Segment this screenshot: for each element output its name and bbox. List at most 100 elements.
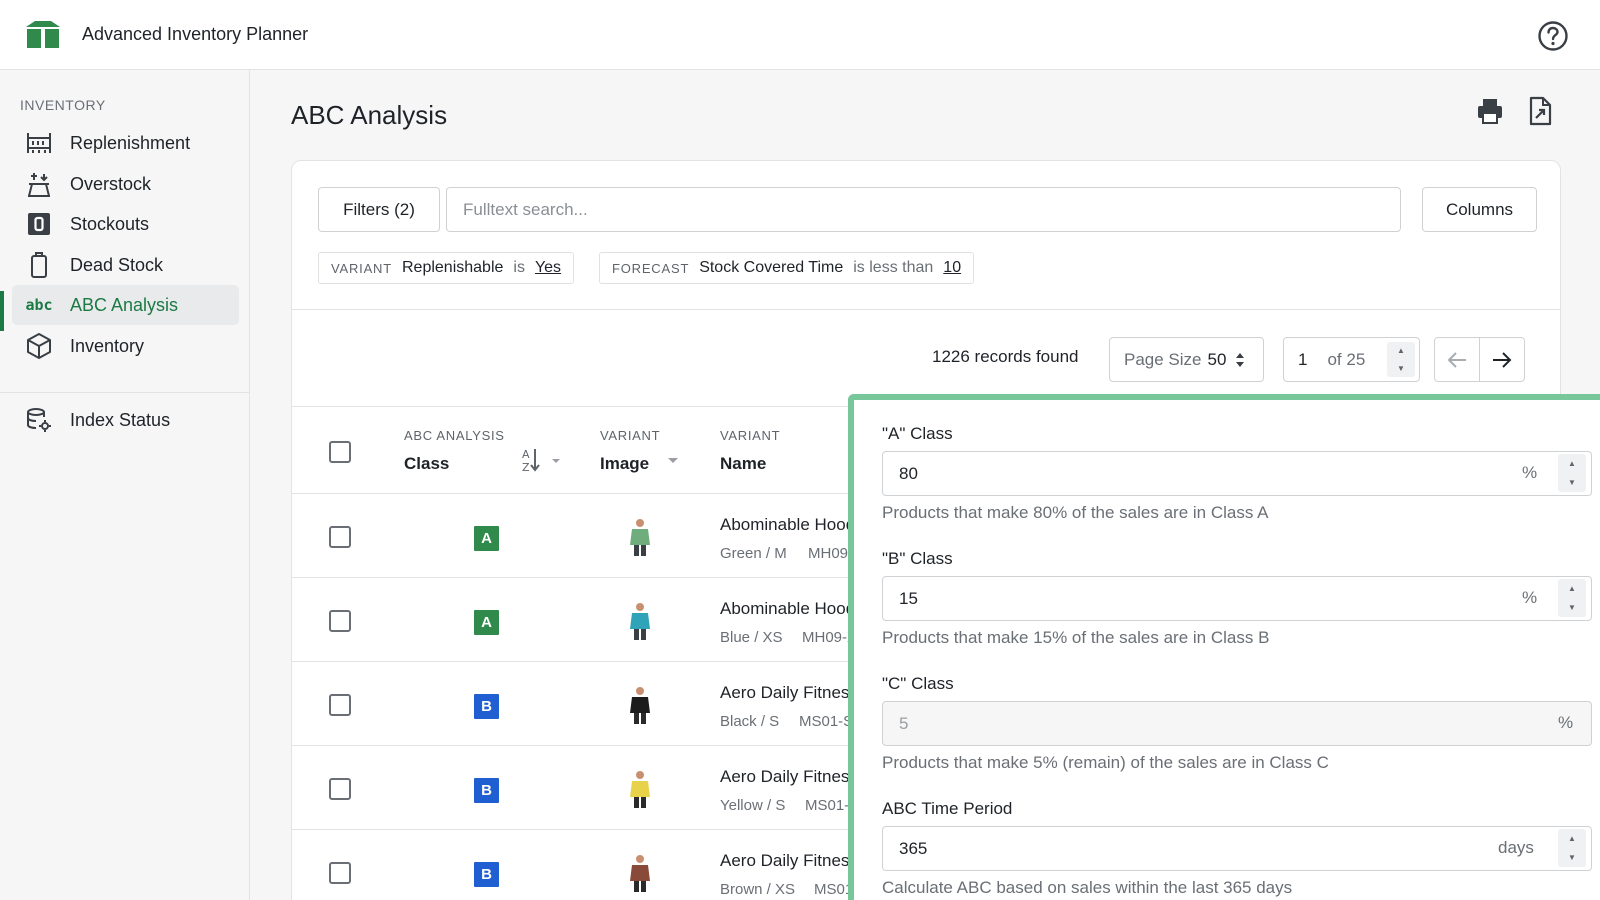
increment-icon[interactable]: ▲ xyxy=(1558,454,1586,472)
row-checkbox[interactable] xyxy=(329,862,351,884)
increment-icon[interactable]: ▲ xyxy=(1558,579,1586,597)
product-name[interactable]: Abominable Hoodie xyxy=(720,599,868,619)
b-class-help: Products that make 15% of the sales are … xyxy=(882,628,1270,647)
product-image xyxy=(630,771,650,808)
c-class-value: 5 xyxy=(899,713,909,733)
abc-icon: abc xyxy=(25,296,53,314)
a-class-label: "A" Class xyxy=(882,424,953,443)
filter-operator: is xyxy=(513,259,525,276)
a-class-input[interactable]: 80 xyxy=(882,451,1592,496)
filter-value[interactable]: Yes xyxy=(535,259,561,277)
sidebar-item-overstock[interactable]: Overstock xyxy=(12,164,239,204)
page-number: 1 xyxy=(1298,349,1308,369)
row-checkbox[interactable] xyxy=(329,778,351,800)
decrement-icon[interactable]: ▼ xyxy=(1558,598,1586,616)
variant-options: Black / S xyxy=(720,713,780,730)
sidebar-item-label: ABC Analysis xyxy=(70,294,179,315)
product-name[interactable]: Abominable Hoodie xyxy=(720,515,868,535)
sidebar-heading: INVENTORY xyxy=(20,97,106,113)
time-period-input[interactable]: 365 xyxy=(882,826,1592,871)
page-title: ABC Analysis xyxy=(291,100,448,130)
time-period-stepper[interactable]: ▲ ▼ xyxy=(1558,829,1586,867)
b-class-input[interactable]: 15 xyxy=(882,576,1592,621)
sidebar-item-label: Stockouts xyxy=(70,213,150,234)
row-checkbox[interactable] xyxy=(329,610,351,632)
row-checkbox[interactable] xyxy=(329,694,351,716)
variant-options: Brown / XS xyxy=(720,881,796,898)
columns-button[interactable]: Columns xyxy=(1422,187,1537,232)
app-title: Advanced Inventory Planner xyxy=(82,24,309,44)
filter-chip-replenishable[interactable]: VARIANT Replenishable is Yes xyxy=(318,252,575,284)
export-file-icon[interactable] xyxy=(1525,96,1555,126)
svg-text:Z: Z xyxy=(522,461,530,473)
sidebar-item-label: Overstock xyxy=(70,173,152,194)
svg-text:A: A xyxy=(522,448,530,461)
class-badge: B xyxy=(474,778,499,803)
sidebar: INVENTORY Replenishment Overstock Stocko… xyxy=(0,70,250,900)
search-input[interactable] xyxy=(446,187,1401,232)
select-all-checkbox[interactable] xyxy=(329,441,351,463)
filters-button[interactable]: Filters (2) xyxy=(318,187,440,232)
sidebar-item-label: Replenishment xyxy=(70,132,191,153)
sidebar-item-label: Dead Stock xyxy=(70,254,164,275)
sidebar-divider xyxy=(0,392,250,393)
replenishment-icon xyxy=(24,129,54,157)
sidebar-item-replenishment[interactable]: Replenishment xyxy=(12,123,239,163)
class-badge: B xyxy=(474,862,499,887)
filter-operator: is less than xyxy=(853,259,934,276)
print-icon[interactable] xyxy=(1475,96,1505,126)
column-header-name[interactable]: Name xyxy=(720,454,766,474)
b-class-label: "B" Class xyxy=(882,549,953,568)
column-header-image[interactable]: Image xyxy=(600,454,649,474)
sidebar-item-inventory[interactable]: Inventory xyxy=(12,326,239,366)
decrement-icon[interactable]: ▼ xyxy=(1558,848,1586,866)
increment-icon[interactable]: ▲ xyxy=(1387,342,1415,359)
box-icon xyxy=(24,332,54,360)
prev-page-button[interactable] xyxy=(1434,337,1480,382)
help-icon[interactable] xyxy=(1537,20,1569,52)
decrement-icon[interactable]: ▼ xyxy=(1558,473,1586,491)
filter-value[interactable]: 10 xyxy=(943,259,961,277)
b-class-value: 15 xyxy=(899,588,918,608)
row-checkbox[interactable] xyxy=(329,526,351,548)
class-badge: B xyxy=(474,694,499,719)
variant-options: Green / M xyxy=(720,545,787,562)
filter-group: FORECAST xyxy=(612,260,690,276)
sidebar-item-index-status[interactable]: Index Status xyxy=(12,400,239,440)
variant-options: Blue / XS xyxy=(720,629,783,646)
sidebar-item-label: Index Status xyxy=(70,409,171,430)
product-image xyxy=(630,519,650,556)
sidebar-item-stockouts[interactable]: Stockouts xyxy=(12,204,239,244)
dead-stock-icon xyxy=(24,251,54,279)
time-period-label: ABC Time Period xyxy=(882,799,1013,818)
page-stepper[interactable]: ▲ ▼ xyxy=(1387,342,1415,377)
arrow-right-icon xyxy=(1493,351,1512,368)
filter-group: VARIANT xyxy=(331,260,392,276)
column-header-class[interactable]: Class xyxy=(404,454,449,474)
decrement-icon[interactable]: ▼ xyxy=(1387,360,1415,377)
b-class-stepper[interactable]: ▲ ▼ xyxy=(1558,579,1586,617)
sidebar-item-abc-analysis[interactable]: abc ABC Analysis xyxy=(12,285,239,325)
next-page-button[interactable] xyxy=(1479,337,1525,382)
a-class-stepper[interactable]: ▲ ▼ xyxy=(1558,454,1586,492)
product-image xyxy=(630,855,650,892)
active-indicator xyxy=(0,291,4,331)
top-bar: Advanced Inventory Planner xyxy=(0,0,1600,70)
column-group-variant: VARIANT xyxy=(600,428,661,443)
page-size-select[interactable]: Page Size 50 xyxy=(1109,337,1264,382)
divider xyxy=(292,309,1560,310)
column-group-abc: ABC ANALYSIS xyxy=(404,428,505,443)
sort-az-icon[interactable]: A Z xyxy=(522,447,566,473)
chevron-down-icon[interactable] xyxy=(667,457,679,465)
c-class-label: "C" Class xyxy=(882,674,954,693)
product-image xyxy=(630,687,650,724)
product-image xyxy=(630,603,650,640)
percent-unit: % xyxy=(1522,463,1538,482)
page-size-value: 50 xyxy=(1207,349,1227,369)
filter-chip-stock-covered-time[interactable]: FORECAST Stock Covered Time is less than… xyxy=(599,252,975,284)
sort-arrows-icon xyxy=(1236,352,1245,367)
days-unit: days xyxy=(1498,838,1534,857)
increment-icon[interactable]: ▲ xyxy=(1558,829,1586,847)
sidebar-item-dead-stock[interactable]: Dead Stock xyxy=(12,245,239,285)
page-number-input[interactable]: 1 of 25 ▲ ▼ xyxy=(1283,337,1420,382)
